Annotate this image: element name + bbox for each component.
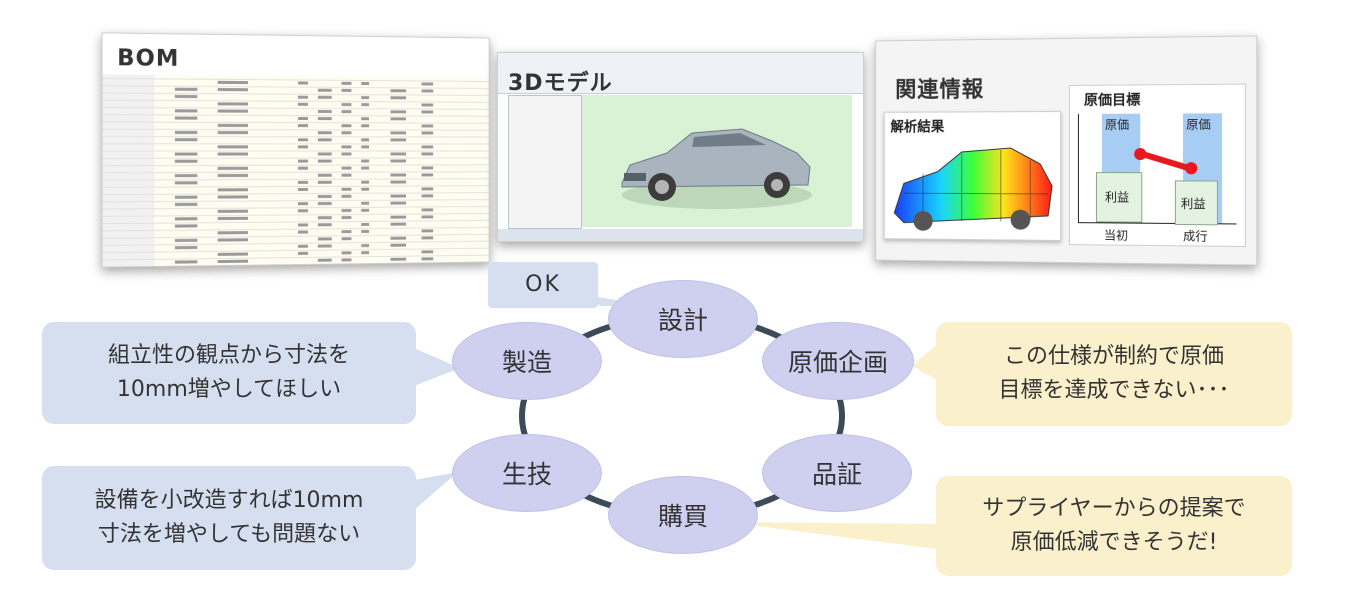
node-production-eng: 生技 bbox=[452, 434, 602, 512]
node-quality: 品証 bbox=[762, 434, 912, 512]
node-cost-planning: 原価企画 bbox=[762, 322, 914, 400]
callout-ok: OK bbox=[488, 262, 598, 308]
callout-manufacturing: 組立性の観点から寸法を 10mm増やしてほしい bbox=[42, 322, 416, 424]
node-design: 設計 bbox=[608, 280, 758, 358]
callout-production-eng: 設備を小改造すれば10mm 寸法を増やしても問題ない bbox=[42, 466, 416, 570]
node-manufacturing: 製造 bbox=[452, 322, 602, 400]
callout-cost-planning: この仕様が制約で原価 目標を達成できない･･･ bbox=[936, 322, 1292, 426]
node-purchasing: 購買 bbox=[608, 476, 758, 554]
callout-purchasing: サプライヤーからの提案で 原価低減できそうだ! bbox=[936, 476, 1292, 576]
3d-model-title: 3Dモデル bbox=[508, 71, 613, 96]
